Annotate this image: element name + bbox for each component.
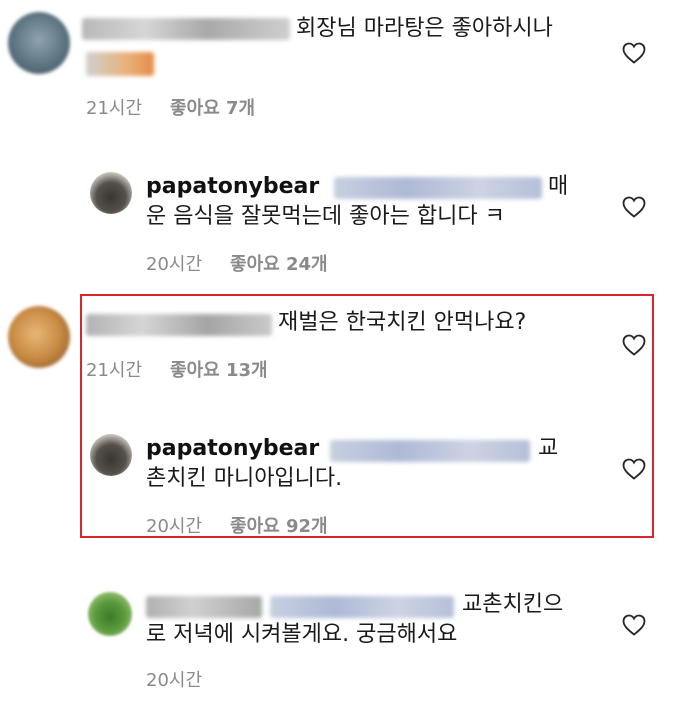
reply-text-tail: 교 — [538, 436, 559, 461]
avatar[interactable] — [90, 434, 132, 476]
comment-text-line2: 로 저녁에 시켜볼게요. 궁금해서요 — [146, 622, 458, 647]
heart-outline-icon[interactable] — [622, 614, 646, 636]
comment-likes[interactable]: 좋아요 7개 — [170, 98, 255, 119]
comment-meta: 21시간 좋아요 13개 — [86, 356, 268, 382]
comment-likes[interactable]: 좋아요 13개 — [170, 360, 268, 381]
avatar[interactable] — [8, 12, 70, 74]
reply-meta: 20시간 좋아요 92개 — [146, 512, 328, 538]
blurred-username[interactable] — [82, 18, 290, 40]
avatar[interactable] — [90, 172, 132, 214]
reply-text-tail: 매 — [548, 174, 569, 199]
comment-time: 20시간 — [146, 670, 203, 691]
blurred-username[interactable] — [146, 596, 262, 618]
comment-meta: 20시간 — [146, 666, 202, 692]
reply-username[interactable]: papatonybear — [146, 436, 319, 461]
heart-outline-icon[interactable] — [622, 334, 646, 356]
reply-text-line2: 촌치킨 마니아입니다. — [146, 466, 343, 491]
comment-text: 회장님 마라탕은 좋아하시나 — [296, 16, 553, 41]
reply-text-line1: papatonybear — [146, 434, 319, 464]
reply-text-line1: papatonybear — [146, 172, 319, 202]
reply-time: 20시간 — [146, 516, 203, 537]
heart-outline-icon[interactable] — [622, 42, 646, 64]
reply-likes[interactable]: 좋아요 92개 — [230, 516, 328, 537]
comment-time: 21시간 — [86, 98, 143, 119]
heart-outline-icon[interactable] — [622, 196, 646, 218]
comment-meta: 21시간 좋아요 7개 — [86, 94, 255, 120]
avatar[interactable] — [8, 306, 70, 368]
reply-time: 20시간 — [146, 254, 203, 275]
avatar[interactable] — [88, 592, 132, 636]
reply-likes[interactable]: 좋아요 24개 — [230, 254, 328, 275]
comment-text: 재벌은 한국치킨 안먹나요? — [278, 310, 527, 335]
reply-username[interactable]: papatonybear — [146, 174, 319, 199]
blurred-username[interactable] — [86, 314, 272, 336]
blurred-mention[interactable] — [334, 177, 542, 199]
blurred-mention[interactable] — [270, 596, 454, 618]
comment-time: 21시간 — [86, 360, 143, 381]
heart-outline-icon[interactable] — [622, 458, 646, 480]
blurred-mention[interactable] — [330, 440, 530, 462]
reply-text-line2: 운 음식을 잘못먹는데 좋아는 합니다 ㅋ — [146, 204, 505, 229]
comment-text-tail: 교촌치킨으 — [462, 592, 564, 617]
blurred-sticker — [86, 52, 154, 76]
reply-meta: 20시간 좋아요 24개 — [146, 250, 328, 276]
